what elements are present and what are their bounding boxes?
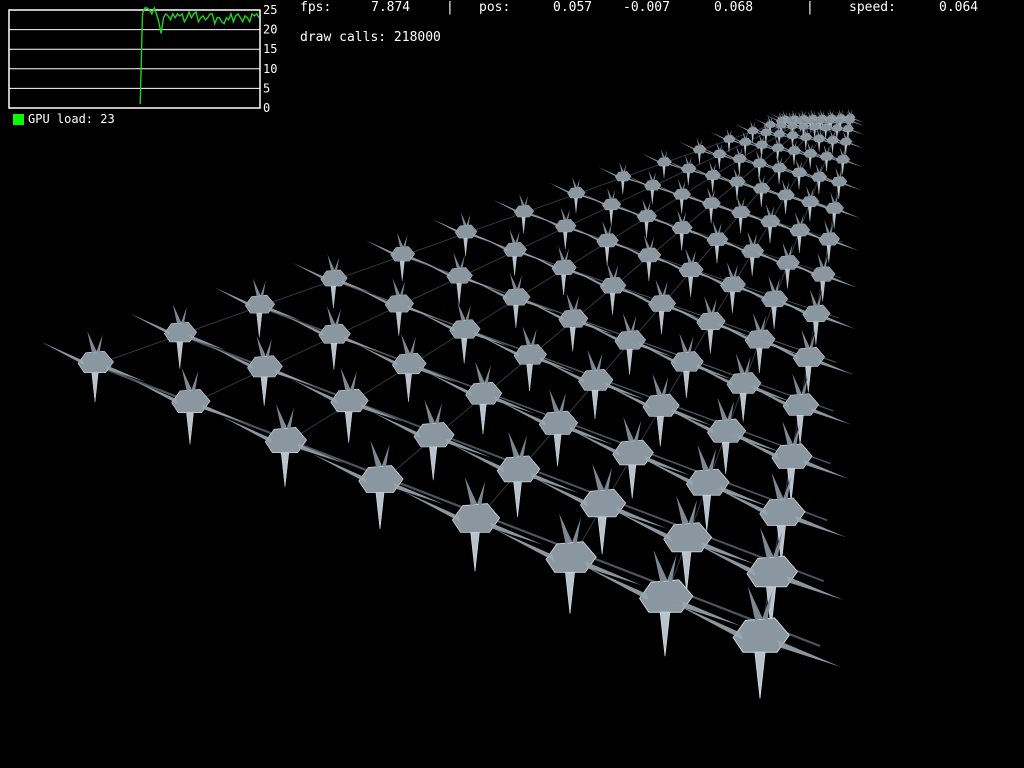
gpu-graph-tick-label: 5 — [263, 81, 270, 95]
spaceship-formation — [41, 108, 865, 699]
spaceship-model — [403, 476, 543, 572]
spaceship-model — [667, 397, 781, 474]
spaceship-model — [616, 198, 675, 239]
spaceship-model — [619, 279, 701, 335]
spaceship-model — [674, 586, 841, 699]
gpu-graph-tick-label: 15 — [263, 42, 277, 56]
position-y-value: -0.007 — [623, 0, 670, 15]
spaceship-model — [548, 177, 602, 213]
spaceship-model — [655, 178, 707, 214]
spaceship-model — [312, 440, 444, 530]
spaceship-model — [480, 326, 577, 392]
spaceship-model — [626, 170, 677, 205]
spaceship-model — [285, 306, 380, 370]
gpu-load-series-line — [139, 6, 260, 105]
spaceship-model — [365, 232, 437, 282]
spaceship-model — [712, 472, 847, 563]
spaceship-model — [417, 302, 509, 364]
spaceship-model — [130, 304, 227, 369]
spaceship-model — [693, 262, 769, 313]
spaceship-model — [605, 373, 713, 447]
spaceship-model — [653, 248, 726, 297]
spaceship-model — [698, 141, 739, 170]
spaceship-model — [694, 527, 844, 629]
scene-3d-view[interactable] — [0, 0, 1024, 768]
spaceship-model — [613, 234, 682, 281]
spaceship-model — [679, 137, 719, 165]
spaceship-model — [533, 207, 596, 250]
spaceship-model — [479, 229, 548, 276]
gpu-load-legend-label: GPU load: 23 — [28, 112, 115, 126]
spaceship-model — [211, 335, 315, 406]
gpu-graph-tick-label: 20 — [263, 23, 277, 37]
hud-separator: | — [446, 0, 454, 15]
spaceship-model — [528, 293, 615, 352]
gpu-graph-tick-label: 10 — [263, 62, 277, 76]
spaceship-model — [291, 367, 403, 443]
spaceship-model — [131, 367, 246, 445]
spaceship-model — [745, 373, 852, 445]
gpu-graph-tick-label: 25 — [263, 3, 277, 17]
spaceship-model — [582, 188, 638, 226]
draw-calls-readout: draw calls: 218000 — [300, 30, 441, 45]
gpu-load-legend: GPU load: 23 — [13, 112, 115, 126]
spaceship-model — [493, 193, 552, 234]
spaceship-model — [718, 231, 785, 276]
spaceship-model — [292, 254, 372, 309]
spaceship-model — [683, 187, 738, 224]
spaceship-model — [713, 312, 803, 373]
gpu-load-legend-swatch — [13, 113, 24, 125]
spaceship-model — [598, 162, 646, 195]
spaceship-model — [733, 275, 813, 329]
hud-separator: | — [806, 0, 814, 15]
speed-value: 0.064 — [939, 0, 979, 15]
spaceship-model — [650, 209, 712, 251]
position-z-value: 0.068 — [714, 0, 754, 15]
gpu-graph-frame — [8, 9, 261, 109]
spaceship-model — [474, 272, 556, 328]
spaceship-model — [41, 331, 146, 402]
spaceship-model — [526, 246, 599, 296]
spaceship-model — [222, 404, 345, 487]
spaceship-model — [570, 417, 691, 499]
spaceship-model — [637, 333, 733, 398]
spaceship-model — [432, 212, 497, 257]
spaceship-model — [573, 262, 650, 315]
gpu-graph-tick-label: 0 — [263, 101, 270, 115]
speed-label: speed: — [849, 0, 896, 15]
fps-label: fps: — [300, 0, 332, 15]
spaceship-model — [356, 333, 458, 402]
spaceship-model — [214, 278, 302, 338]
spaceship-model — [355, 278, 440, 336]
spaceship-model — [419, 252, 497, 305]
spaceship-model — [584, 549, 742, 657]
spaceship-model — [666, 296, 752, 354]
position-x-value: 0.057 — [553, 0, 593, 15]
spaceship-model — [691, 353, 792, 422]
gpu-load-graph: 25 20 15 10 5 0 — [8, 3, 277, 115]
fps-value: 7.874 — [371, 0, 411, 15]
game-viewport[interactable]: 25 20 15 10 5 0 GPU load: 23 fps: 7.874 | pos… — [0, 0, 1024, 768]
spaceship-model — [573, 221, 639, 266]
position-label: pos: — [479, 0, 511, 15]
